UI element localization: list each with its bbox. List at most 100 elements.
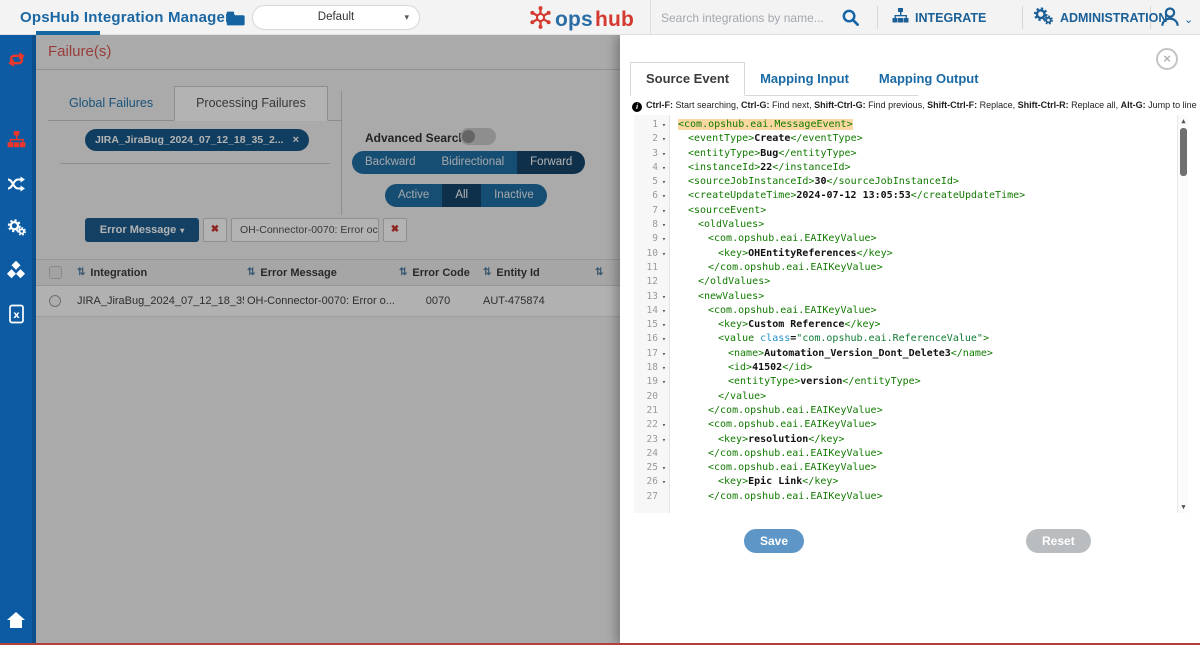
code-line[interactable]: 19▾<entityType>version</entityType>: [634, 375, 1176, 389]
code-line[interactable]: 8▾<oldValues>: [634, 218, 1176, 232]
code-line[interactable]: 18▾ <id>41502</id>: [634, 361, 1176, 375]
code-line[interactable]: 17▾<name>Automation_Version_Dont_Delete3…: [634, 347, 1176, 361]
token-str: "com.opshub.eai.ReferenceValue": [796, 333, 983, 344]
fold-icon[interactable]: ▾: [658, 347, 670, 361]
code-text: <key>OHEntityReferences</key>: [670, 247, 893, 261]
panel-tab-mapping-input[interactable]: Mapping Input: [745, 63, 864, 95]
token-text: 30: [814, 176, 826, 187]
code-tokens: <id>41502</id>: [728, 362, 812, 373]
fold-icon[interactable]: ▾: [658, 361, 670, 375]
search-icon[interactable]: [841, 8, 860, 32]
fold-icon[interactable]: ▾: [658, 318, 670, 332]
panel-tab-source-event[interactable]: Source Event: [630, 62, 745, 96]
code-line[interactable]: 4▾<instanceId>22</instanceId>: [634, 161, 1176, 175]
fold-icon[interactable]: ▾: [658, 418, 670, 432]
sync-failures-icon[interactable]: [0, 49, 32, 75]
code-line[interactable]: 23▾<key>resolution</key>: [634, 433, 1176, 447]
code-line[interactable]: 10▾<key>OHEntityReferences</key>: [634, 247, 1176, 261]
header-scroll-indicator[interactable]: [36, 31, 100, 35]
fold-icon[interactable]: ▾: [658, 218, 670, 232]
token-text: resolution: [748, 434, 808, 445]
fold-icon[interactable]: ▾: [658, 290, 670, 304]
token-text: 22: [760, 162, 772, 173]
code-line[interactable]: 22▾<com.opshub.eai.EAIKeyValue>: [634, 418, 1176, 432]
gears-icon: [1032, 6, 1054, 29]
fold-icon[interactable]: ▾: [658, 475, 670, 489]
code-line[interactable]: 24</com.opshub.eai.EAIKeyValue>: [634, 447, 1176, 461]
editor-scrollbar[interactable]: ▲ ▼: [1177, 115, 1188, 513]
code-text: </com.opshub.eai.EAIKeyValue>: [670, 447, 883, 461]
close-icon[interactable]: ×: [1156, 48, 1178, 70]
home-icon[interactable]: [0, 611, 32, 634]
code-line[interactable]: 5▾<sourceJobInstanceId>30</sourceJobInst…: [634, 175, 1176, 189]
scrollbar-thumb[interactable]: [1180, 128, 1187, 176]
line-number: 2: [634, 132, 658, 146]
code-line[interactable]: 7▾<sourceEvent>: [634, 204, 1176, 218]
code-line[interactable]: 11</com.opshub.eai.EAIKeyValue>: [634, 261, 1176, 275]
fold-icon[interactable]: ▾: [658, 232, 670, 246]
workspace-dropdown[interactable]: Default ▾: [252, 5, 420, 30]
code-line[interactable]: 13▾<newValues>: [634, 290, 1176, 304]
logo-text-ops: ops: [555, 8, 593, 32]
code-line[interactable]: 16▾<value class="com.opshub.eai.Referenc…: [634, 332, 1176, 346]
code-line[interactable]: 3▾<entityType>Bug</entityType>: [634, 147, 1176, 161]
fold-icon[interactable]: ▾: [658, 304, 670, 318]
line-number: 18: [634, 361, 658, 375]
fold-icon[interactable]: ▾: [658, 332, 670, 346]
shuffle-mappings-icon[interactable]: [0, 175, 32, 198]
line-number: 8: [634, 218, 658, 232]
fold-icon[interactable]: ▾: [658, 175, 670, 189]
code-line[interactable]: 2▾<eventType>Create</eventType>: [634, 132, 1176, 146]
code-line[interactable]: 26▾<key>Epic Link</key>: [634, 475, 1176, 489]
user-menu[interactable]: ⌄: [1158, 5, 1193, 34]
scroll-up-icon[interactable]: ▲: [1178, 117, 1189, 125]
fold-icon[interactable]: ▾: [658, 204, 670, 218]
fold-icon[interactable]: ▾: [658, 132, 670, 146]
user-icon: [1158, 5, 1182, 34]
code-line[interactable]: 6▾<createUpdateTime>2024-07-12 13:05:53<…: [634, 189, 1176, 203]
panel-tab-mapping-output[interactable]: Mapping Output: [864, 63, 994, 95]
code-tokens: <com.opshub.eai.MessageEvent>: [678, 119, 853, 130]
fold-icon[interactable]: ▾: [658, 247, 670, 261]
settings-gears-icon[interactable]: [0, 218, 32, 242]
code-line[interactable]: 25▾<com.opshub.eai.EAIKeyValue>: [634, 461, 1176, 475]
token-tag: </oldValues>: [698, 276, 770, 287]
fold-icon[interactable]: ▾: [658, 433, 670, 447]
token-tag: </instanceId>: [772, 162, 850, 173]
fold-icon[interactable]: ▾: [658, 375, 670, 389]
code-line[interactable]: 1▾<com.opshub.eai.MessageEvent>: [634, 118, 1176, 132]
scroll-down-icon[interactable]: ▼: [1178, 503, 1189, 511]
fold-icon[interactable]: ▾: [658, 189, 670, 203]
search-input[interactable]: [661, 0, 831, 35]
fold-icon[interactable]: ▾: [658, 147, 670, 161]
integrations-sitemap-icon[interactable]: [0, 131, 32, 154]
token-tag: <instanceId>: [688, 162, 760, 173]
line-number: 19: [634, 375, 658, 389]
nav-administration[interactable]: ADMINISTRATION: [1032, 0, 1167, 35]
code-line[interactable]: 27</com.opshub.eai.EAIKeyValue>: [634, 490, 1176, 504]
nav-integrate[interactable]: INTEGRATE: [892, 0, 986, 35]
token-tag: <com.opshub.eai.MessageEvent>: [678, 119, 853, 130]
save-button[interactable]: Save: [744, 529, 804, 553]
folder-icon[interactable]: [224, 7, 246, 34]
code-line[interactable]: 21</com.opshub.eai.EAIKeyValue>: [634, 404, 1176, 418]
token-text: Bug: [760, 148, 778, 159]
excel-report-icon[interactable]: x: [0, 304, 32, 329]
fold-spacer: [658, 261, 670, 275]
code-tokens: </com.opshub.eai.EAIKeyValue>: [708, 491, 883, 502]
code-line[interactable]: 9▾<com.opshub.eai.EAIKeyValue>: [634, 232, 1176, 246]
fold-icon[interactable]: ▾: [658, 461, 670, 475]
fold-icon[interactable]: ▾: [658, 118, 670, 132]
code-tokens: <createUpdateTime>2024-07-12 13:05:53</c…: [688, 190, 1025, 201]
code-text: <com.opshub.eai.EAIKeyValue>: [670, 232, 877, 246]
packages-cubes-icon[interactable]: [0, 261, 32, 285]
code-line[interactable]: 20</value>: [634, 390, 1176, 404]
xml-code-editor[interactable]: 1▾<com.opshub.eai.MessageEvent>2▾<eventT…: [634, 115, 1188, 513]
code-line[interactable]: 12</oldValues>: [634, 275, 1176, 289]
fold-icon[interactable]: ▾: [658, 161, 670, 175]
code-line[interactable]: 14▾<com.opshub.eai.EAIKeyValue>: [634, 304, 1176, 318]
code-line[interactable]: 15▾<key>Custom Reference</key>: [634, 318, 1176, 332]
token-tag: <com.opshub.eai.EAIKeyValue>: [708, 462, 877, 473]
code-text: <key>resolution</key>: [670, 433, 844, 447]
reset-button[interactable]: Reset: [1026, 529, 1091, 553]
